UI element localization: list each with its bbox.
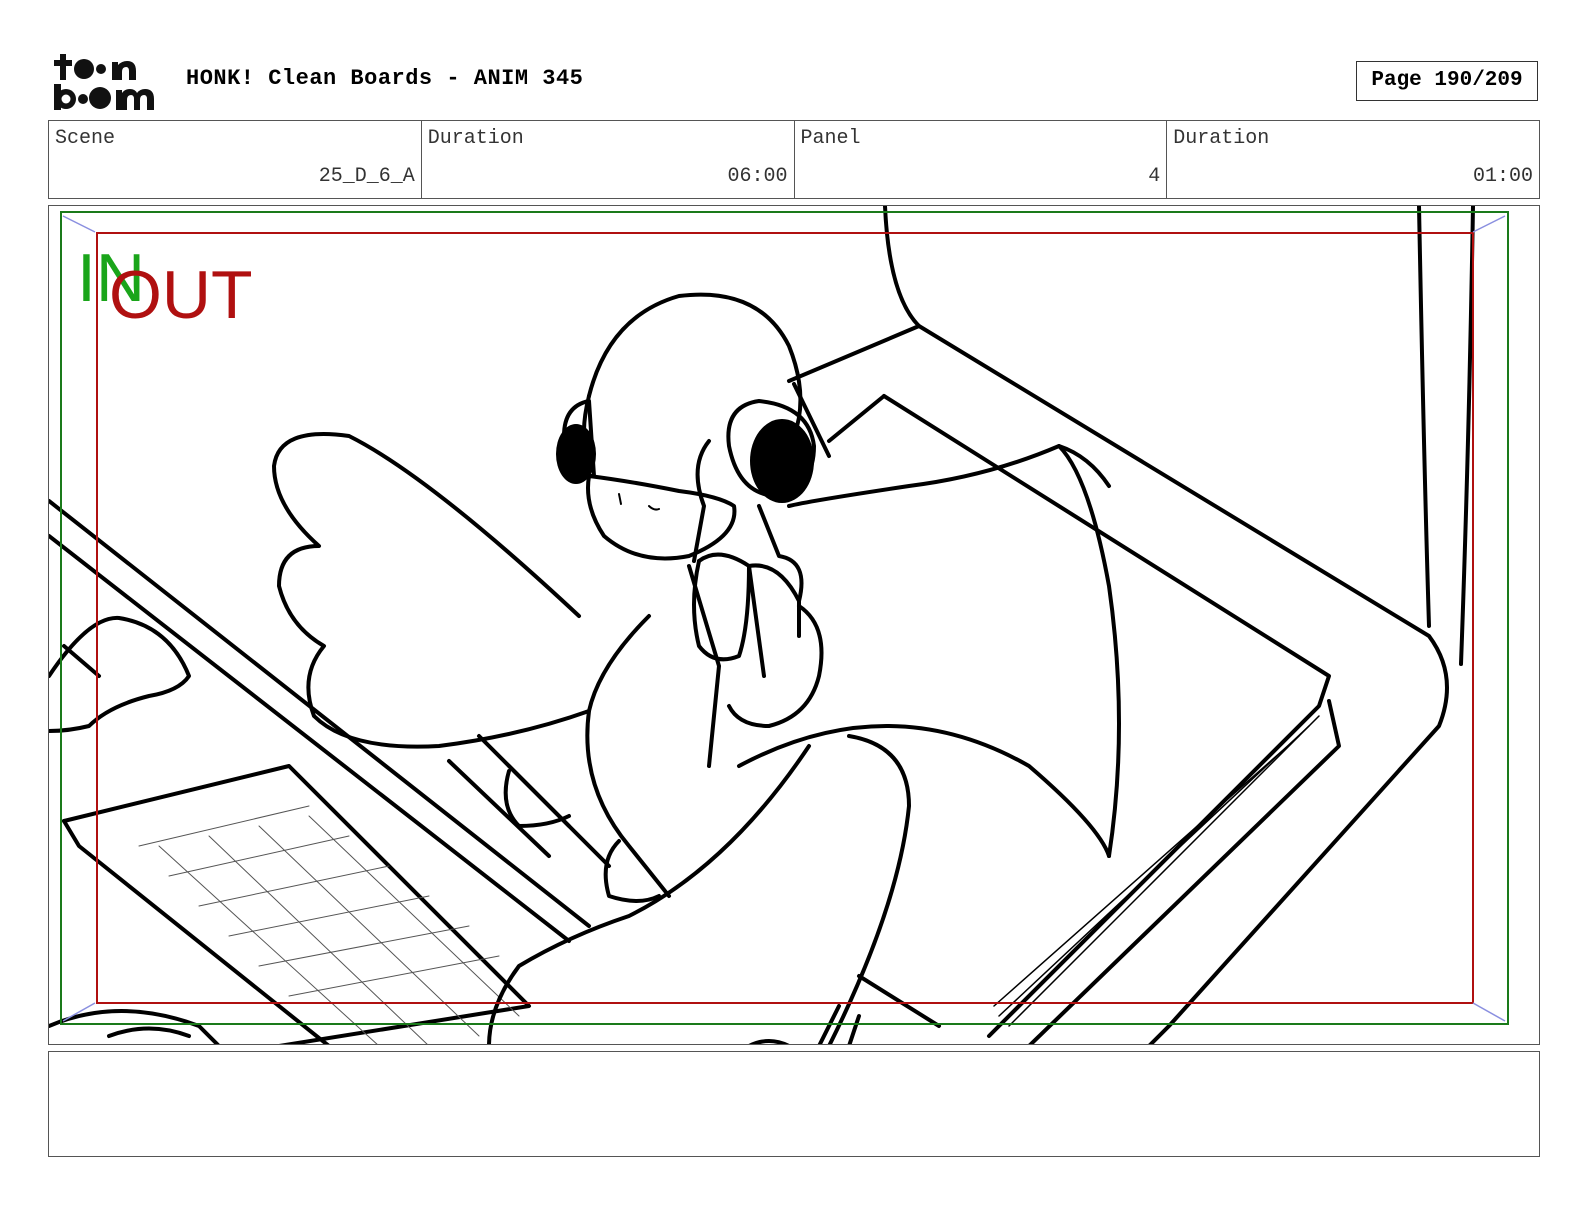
notes-box [48,1051,1540,1157]
panel-duration-label: Duration [1173,127,1270,150]
scene-value: 25_D_6_A [318,165,415,188]
page-indicator: Page 190/209 [1356,61,1538,101]
toon-boom-logo [50,50,165,112]
scene-duration-value: 06:00 [727,165,788,188]
panel-value: 4 [1148,165,1161,188]
storyboard-panel: IN OUT [48,205,1540,1045]
panel-duration-value: 01:00 [1472,165,1533,188]
panel-drawing: IN OUT [49,206,1509,1044]
scene-duration-cell: Duration 06:00 [422,121,795,198]
panel-cell: Panel 4 [795,121,1168,198]
scene-cell: Scene 25_D_6_A [49,121,422,198]
scene-info-bar: Scene 25_D_6_A Duration 06:00 Panel 4 Du… [48,120,1540,199]
scene-duration-label: Duration [427,127,524,150]
document-title: HONK! Clean Boards - ANIM 345 [186,66,584,91]
panel-duration-cell: Duration 01:00 [1167,121,1539,198]
out-label: OUT [109,257,253,333]
scene-label: Scene [55,127,116,150]
out-frame [96,232,1474,1004]
panel-label: Panel [800,127,861,150]
